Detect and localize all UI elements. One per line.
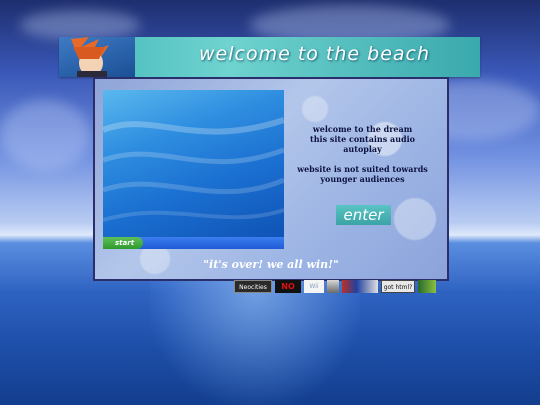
info-line: younger audiences bbox=[320, 174, 405, 184]
neocities-badge-label: Neocities bbox=[239, 284, 267, 291]
desktop-preview: start bbox=[103, 90, 284, 249]
header-bar: welcome to the beach bbox=[59, 37, 480, 77]
info-text: welcome to the dream this site contains … bbox=[290, 124, 435, 184]
character-badge[interactable] bbox=[418, 280, 436, 293]
wii-badge-label: Wii bbox=[309, 283, 319, 290]
page-title: welcome to the beach bbox=[199, 43, 431, 65]
no-badge-label: NO bbox=[281, 282, 295, 291]
game-badge[interactable] bbox=[342, 280, 378, 293]
main-panel: start welcome to the dream this site con… bbox=[93, 77, 449, 281]
got-html-badge[interactable]: got html? bbox=[381, 280, 415, 293]
person-badge[interactable] bbox=[327, 280, 339, 293]
info-line: this site contains audio autoplay bbox=[310, 134, 415, 154]
info-line: welcome to the dream bbox=[312, 124, 413, 134]
info-line: website is not suited towards bbox=[297, 164, 428, 174]
wii-badge[interactable]: Wii bbox=[304, 280, 324, 293]
avatar bbox=[59, 37, 135, 77]
enter-button[interactable]: enter bbox=[336, 205, 391, 225]
info-line bbox=[290, 154, 435, 164]
taskbar: start bbox=[103, 237, 284, 249]
quote: "it's over! we all win!" bbox=[203, 258, 339, 271]
got-html-badge-label: got html? bbox=[383, 284, 413, 291]
start-button[interactable]: start bbox=[103, 237, 143, 249]
neocities-badge[interactable]: Neocities bbox=[234, 280, 272, 293]
badge-row: Neocities NO Wii got html? bbox=[234, 280, 436, 293]
no-badge[interactable]: NO bbox=[275, 280, 301, 293]
start-label: start bbox=[115, 239, 135, 247]
